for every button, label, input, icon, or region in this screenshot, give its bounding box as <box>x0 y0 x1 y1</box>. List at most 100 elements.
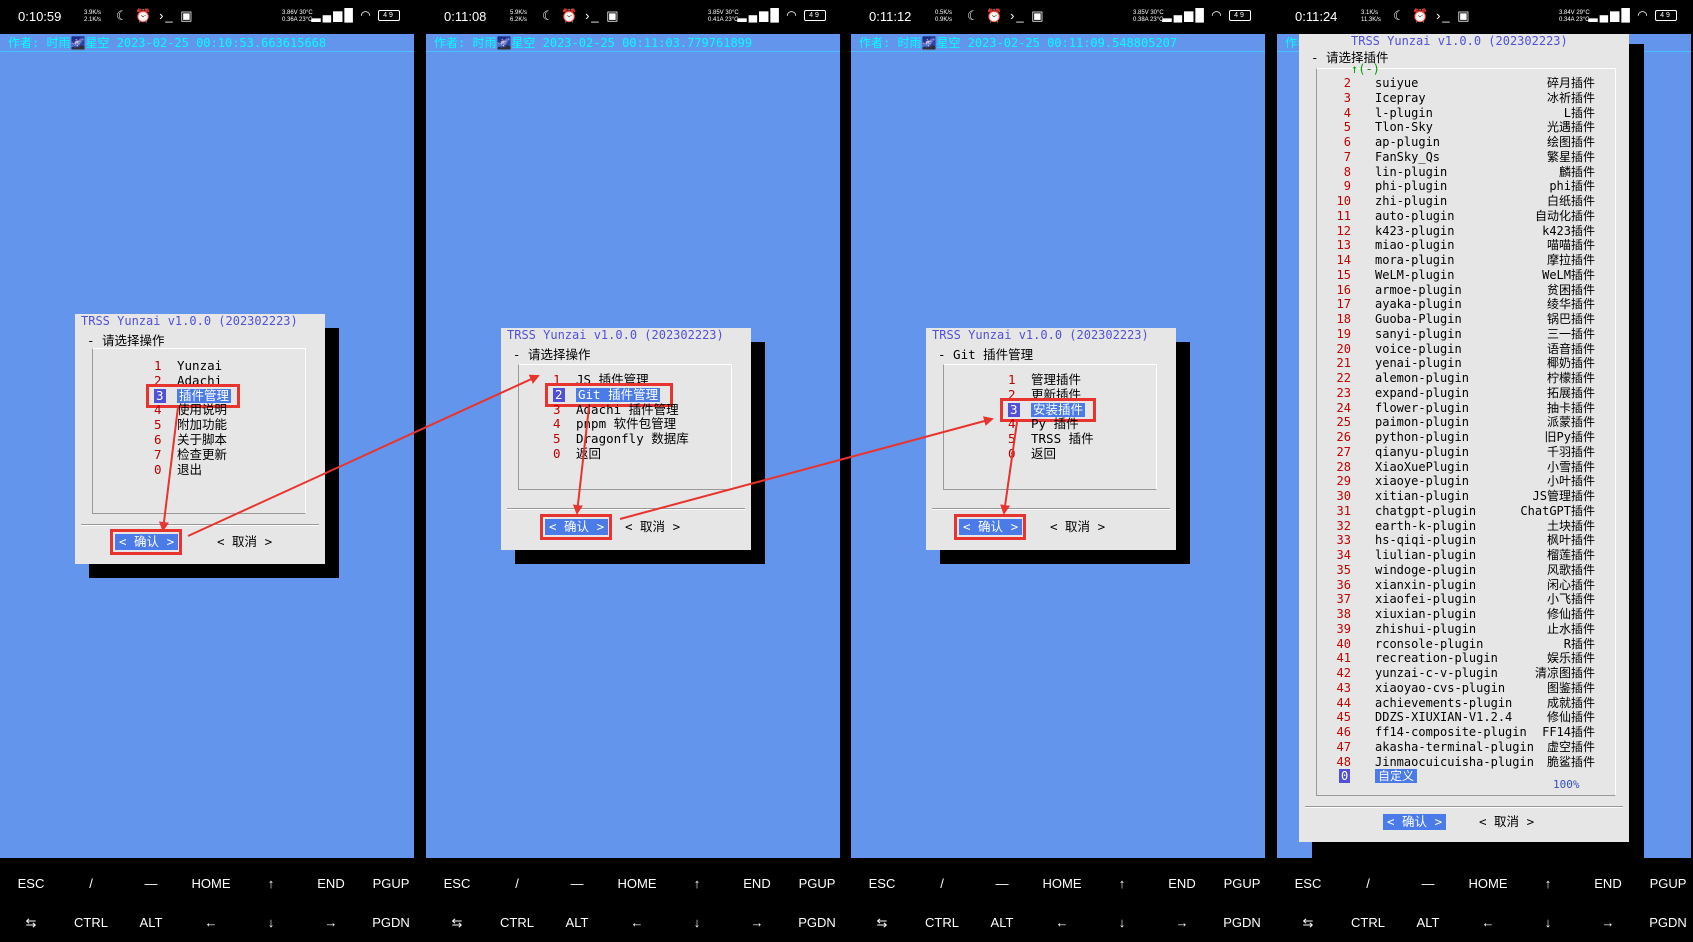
menu-item-1[interactable]: 1 Yunzai <box>75 359 325 373</box>
key-7[interactable]: ⇆ <box>1 915 61 931</box>
key-0[interactable]: ESC <box>427 876 487 891</box>
plugin-item[interactable]: 2 suiyue 碎月插件 <box>1325 76 1595 90</box>
menu-item-0[interactable]: 0 返回 <box>926 447 1176 461</box>
plugin-item[interactable]: 7 FanSky_Qs 繁星插件 <box>1325 150 1595 164</box>
plugin-item[interactable]: 42 yunzai-c-v-plugin 清凉图插件 <box>1325 666 1595 680</box>
menu-item-5[interactable]: 5 附加功能 <box>75 418 325 432</box>
plugin-item[interactable]: 10 zhi-plugin 白纸插件 <box>1325 194 1595 208</box>
key-1[interactable]: / <box>912 876 972 891</box>
key-6[interactable]: PGUP <box>361 876 414 891</box>
key-13[interactable]: PGDN <box>1638 915 1691 930</box>
plugin-item[interactable]: 26 python-plugin 旧Py插件 <box>1325 430 1595 444</box>
key-3[interactable]: HOME <box>1458 876 1518 891</box>
key-0[interactable]: ESC <box>1 876 61 891</box>
plugin-item[interactable]: 47 akasha-terminal-plugin 虚空插件 <box>1325 740 1595 754</box>
menu-item-0[interactable]: 0 返回 <box>501 447 751 461</box>
plugin-item[interactable]: 24 flower-plugin 抽卡插件 <box>1325 401 1595 415</box>
key-8[interactable]: CTRL <box>1338 915 1398 930</box>
key-8[interactable]: CTRL <box>61 915 121 930</box>
plugin-item[interactable]: 45 DDZS-XIUXIAN-V1.2.4 修仙插件 <box>1325 710 1595 724</box>
cancel-button[interactable]: < 取消 > <box>1479 814 1534 830</box>
terminal-area[interactable]: 作者: 时雨🌌星空 2023-02-25 00:10:53.663615668 T… <box>0 34 414 858</box>
cancel-button[interactable]: < 取消 > <box>217 534 272 550</box>
plugin-item[interactable]: 15 WeLM-plugin WeLM插件 <box>1325 268 1595 282</box>
terminal-area[interactable]: 作者: 时雨🌌星空 2023-02-25 00:11:03.779761899 T… <box>426 34 840 858</box>
plugin-item[interactable]: 43 xiaoyao-cvs-plugin 图鉴插件 <box>1325 681 1595 695</box>
plugin-item[interactable]: 38 xiuxian-plugin 修仙插件 <box>1325 607 1595 621</box>
key-4[interactable]: ↑ <box>1092 876 1152 891</box>
key-3[interactable]: HOME <box>1032 876 1092 891</box>
plugin-item[interactable]: 18 Guoba-Plugin 锅巴插件 <box>1325 312 1595 326</box>
menu-item-6[interactable]: 6 关于脚本 <box>75 433 325 447</box>
key-5[interactable]: END <box>727 876 787 891</box>
plugin-item[interactable]: 41 recreation-plugin 娱乐插件 <box>1325 651 1595 665</box>
plugin-item[interactable]: 13 miao-plugin 喵喵插件 <box>1325 238 1595 252</box>
key-7[interactable]: ⇆ <box>1278 915 1338 931</box>
plugin-item[interactable]: 46 ff14-composite-plugin FF14插件 <box>1325 725 1595 739</box>
plugin-item[interactable]: 11 auto-plugin 自动化插件 <box>1325 209 1595 223</box>
key-2[interactable]: — <box>1398 876 1458 891</box>
key-7[interactable]: ⇆ <box>427 915 487 931</box>
key-1[interactable]: / <box>487 876 547 891</box>
key-5[interactable]: END <box>1578 876 1638 891</box>
plugin-item[interactable]: 19 sanyi-plugin 三一插件 <box>1325 327 1595 341</box>
plugin-item[interactable]: 31 chatgpt-plugin ChatGPT插件 <box>1325 504 1595 518</box>
key-10[interactable]: ← <box>1458 915 1518 930</box>
plugin-item[interactable]: 22 alemon-plugin 柠檬插件 <box>1325 371 1595 385</box>
key-12[interactable]: → <box>727 915 787 930</box>
plugin-item[interactable]: 35 windoge-plugin 风歌插件 <box>1325 563 1595 577</box>
key-10[interactable]: ← <box>1032 915 1092 930</box>
plugin-item[interactable]: 8 lin-plugin 麟插件 <box>1325 165 1595 179</box>
key-12[interactable]: → <box>1578 915 1638 930</box>
key-13[interactable]: PGDN <box>787 915 840 930</box>
plugin-item[interactable]: 32 earth-k-plugin 土块插件 <box>1325 519 1595 533</box>
key-8[interactable]: CTRL <box>912 915 972 930</box>
terminal-area[interactable]: 作者 TRSS Yunzai v1.0.0 (202302223) - 请选择插件 ↑… <box>1277 34 1691 858</box>
key-9[interactable]: ALT <box>547 915 607 930</box>
terminal-area[interactable]: 作者: 时雨🌌星空 2023-02-25 00:11:09.548805207 T… <box>851 34 1265 858</box>
plugin-item[interactable]: 39 zhishui-plugin 止水插件 <box>1325 622 1595 636</box>
key-6[interactable]: PGUP <box>787 876 840 891</box>
plugin-item[interactable]: 40 rconsole-plugin R插件 <box>1325 637 1595 651</box>
plugin-item[interactable]: 33 hs-qiqi-plugin 枫叶插件 <box>1325 533 1595 547</box>
plugin-item[interactable]: 6 ap-plugin 绘图插件 <box>1325 135 1595 149</box>
key-6[interactable]: PGUP <box>1212 876 1265 891</box>
plugin-item[interactable]: 4 l-plugin L插件 <box>1325 106 1595 120</box>
key-12[interactable]: → <box>1152 915 1212 930</box>
key-2[interactable]: — <box>972 876 1032 891</box>
plugin-item[interactable]: 20 voice-plugin 语音插件 <box>1325 342 1595 356</box>
key-4[interactable]: ↑ <box>667 876 727 891</box>
key-3[interactable]: HOME <box>607 876 667 891</box>
key-11[interactable]: ↓ <box>667 915 727 930</box>
plugin-item[interactable]: 17 ayaka-plugin 绫华插件 <box>1325 297 1595 311</box>
plugin-item[interactable]: 37 xiaofei-plugin 小飞插件 <box>1325 592 1595 606</box>
plugin-item[interactable]: 27 qianyu-plugin 千羽插件 <box>1325 445 1595 459</box>
plugin-item[interactable]: 21 yenai-plugin 椰奶插件 <box>1325 356 1595 370</box>
key-5[interactable]: END <box>1152 876 1212 891</box>
plugin-item[interactable]: 36 xianxin-plugin 闲心插件 <box>1325 578 1595 592</box>
plugin-item[interactable]: 3 Icepray 冰祈插件 <box>1325 91 1595 105</box>
plugin-item[interactable]: 48 Jinmaocuicuisha-plugin 脆鲨插件 <box>1325 755 1595 769</box>
key-9[interactable]: ALT <box>1398 915 1458 930</box>
cancel-button[interactable]: < 取消 > <box>1050 519 1105 535</box>
key-2[interactable]: — <box>547 876 607 891</box>
menu-item-0[interactable]: 0 退出 <box>75 462 325 477</box>
plugin-item[interactable]: 9 phi-plugin phi插件 <box>1325 179 1595 193</box>
confirm-button[interactable]: < 确认 > <box>1383 814 1447 830</box>
key-2[interactable]: — <box>121 876 181 891</box>
menu-item-4[interactable]: 4 pnpm 软件包管理 <box>501 417 751 431</box>
plugin-item[interactable]: 25 paimon-plugin 派蒙插件 <box>1325 415 1595 429</box>
key-6[interactable]: PGUP <box>1638 876 1691 891</box>
key-7[interactable]: ⇆ <box>852 915 912 931</box>
key-9[interactable]: ALT <box>121 915 181 930</box>
menu-item-4[interactable]: 4 Py 插件 <box>926 417 1176 431</box>
key-12[interactable]: → <box>301 915 361 930</box>
plugin-item[interactable]: 30 xitian-plugin JS管理插件 <box>1325 489 1595 503</box>
plugin-item[interactable]: 23 expand-plugin 拓展插件 <box>1325 386 1595 400</box>
key-11[interactable]: ↓ <box>1092 915 1152 930</box>
key-3[interactable]: HOME <box>181 876 241 891</box>
key-11[interactable]: ↓ <box>1518 915 1578 930</box>
menu-item-5[interactable]: 5 TRSS 插件 <box>926 432 1176 446</box>
plugin-item[interactable]: 44 achievements-plugin 成就插件 <box>1325 696 1595 710</box>
key-4[interactable]: ↑ <box>241 876 301 891</box>
